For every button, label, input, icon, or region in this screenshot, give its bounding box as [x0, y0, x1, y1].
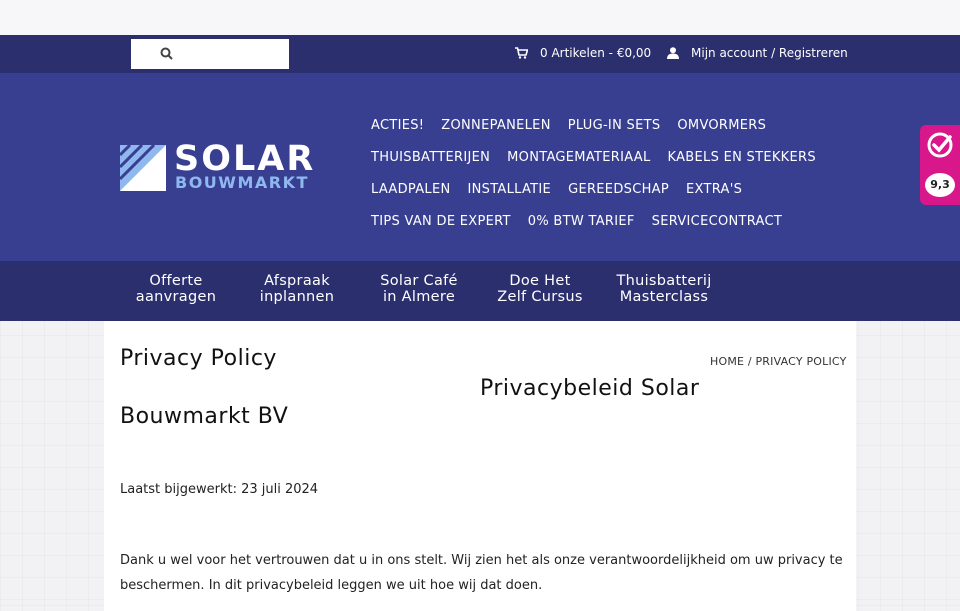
nav-item-acties[interactable]: ACTIES!: [371, 118, 424, 133]
policy-heading-part1: Privacybeleid Solar: [480, 376, 700, 401]
subnav-item-line: Afspraak: [264, 273, 330, 289]
site-header: SOLAR BOUWMARKT ACTIES! ZONNEPANELEN PLU…: [0, 73, 960, 261]
secondary-nav: Offerte aanvragen Afspraak inplannen Sol…: [0, 261, 960, 321]
nav-row: TIPS VAN DE EXPERT 0% BTW TARIEF SERVICE…: [371, 205, 841, 237]
subnav-item-line: Thuisbatterij: [616, 273, 712, 289]
intro-paragraph: Dank u wel voor het vertrouwen dat u in …: [120, 553, 843, 593]
subnav-item-line: Masterclass: [619, 289, 709, 305]
cart-label: 0 Artikelen - €0,00: [540, 46, 652, 60]
search-input[interactable]: [131, 39, 289, 69]
nav-item-laadpalen[interactable]: LAADPALEN: [371, 182, 450, 197]
nav-item-installatie[interactable]: INSTALLATIE: [467, 182, 551, 197]
site-logo[interactable]: SOLAR BOUWMARKT: [120, 139, 368, 193]
breadcrumb[interactable]: HOME / PRIVACY POLICY: [710, 355, 847, 368]
solar-panel-logo-icon: [120, 145, 166, 191]
policy-heading-part2: Bouwmarkt BV: [120, 404, 289, 429]
subnav-item-masterclass[interactable]: Thuisbatterij Masterclass: [609, 273, 719, 305]
nav-item-omvormers[interactable]: OMVORMERS: [677, 118, 766, 133]
checkmark-badge-icon: [927, 132, 953, 158]
nav-item-montagemateriaal[interactable]: MONTAGEMATERIAAL: [507, 150, 650, 165]
nav-item-servicecontract[interactable]: SERVICECONTRACT: [652, 214, 782, 229]
subnav-item-line: Doe Het: [509, 273, 571, 289]
nav-row: LAADPALEN INSTALLATIE GEREEDSCHAP EXTRA'…: [371, 173, 841, 205]
nav-item-plug-in-sets[interactable]: PLUG-IN SETS: [568, 118, 661, 133]
account-label: Mijn account / Registreren: [691, 46, 848, 60]
nav-item-kabels-en-stekkers[interactable]: KABELS EN STEKKERS: [668, 150, 816, 165]
logo-text-bouwmarkt: BOUWMARKT: [175, 173, 309, 192]
account-link[interactable]: Mijn account / Registreren: [667, 46, 848, 60]
subnav-item-solar-cafe[interactable]: Solar Café in Almere: [369, 273, 469, 305]
nav-item-btw-tarief[interactable]: 0% BTW TARIEF: [528, 214, 635, 229]
nav-row: ACTIES! ZONNEPANELEN PLUG-IN SETS OMVORM…: [371, 109, 841, 141]
last-updated: Laatst bijgewerkt: 23 juli 2024: [120, 482, 319, 497]
rating-score: 9,3: [925, 173, 955, 197]
nav-item-gereedschap[interactable]: GEREEDSCHAP: [568, 182, 669, 197]
subnav-item-line: Zelf Cursus: [497, 289, 583, 305]
subnav-item-offerte[interactable]: Offerte aanvragen: [126, 273, 226, 305]
subnav-item-afspraak[interactable]: Afspraak inplannen: [247, 273, 347, 305]
user-icon: [667, 47, 679, 59]
subnav-item-line: Offerte: [149, 273, 203, 289]
top-strip: [0, 0, 960, 35]
nav-row: THUISBATTERIJEN MONTAGEMATERIAAL KABELS …: [371, 141, 841, 173]
content-panel: Privacy Policy HOME / PRIVACY POLICY Pri…: [104, 321, 856, 611]
nav-item-tips-van-de-expert[interactable]: TIPS VAN DE EXPERT: [371, 214, 511, 229]
search-icon[interactable]: [159, 46, 175, 62]
rating-widget[interactable]: 9,3: [920, 125, 960, 205]
cart-link[interactable]: 0 Artikelen - €0,00: [515, 46, 651, 60]
subnav-item-line: in Almere: [382, 289, 456, 305]
subnav-item-line: Solar Café: [380, 273, 458, 289]
top-bar: 0 Artikelen - €0,00 Mijn account / Regis…: [0, 35, 960, 73]
subnav-item-line: aanvragen: [135, 289, 217, 305]
page-title: Privacy Policy: [120, 346, 277, 371]
subnav-item-line: inplannen: [259, 289, 335, 305]
nav-item-zonnepanelen[interactable]: ZONNEPANELEN: [441, 118, 550, 133]
cart-icon: [515, 47, 528, 59]
main-nav: ACTIES! ZONNEPANELEN PLUG-IN SETS OMVORM…: [371, 109, 841, 237]
nav-item-thuisbatterijen[interactable]: THUISBATTERIJEN: [371, 150, 490, 165]
nav-item-extras[interactable]: EXTRA'S: [686, 182, 742, 197]
subnav-item-cursus[interactable]: Doe Het Zelf Cursus: [490, 273, 590, 305]
